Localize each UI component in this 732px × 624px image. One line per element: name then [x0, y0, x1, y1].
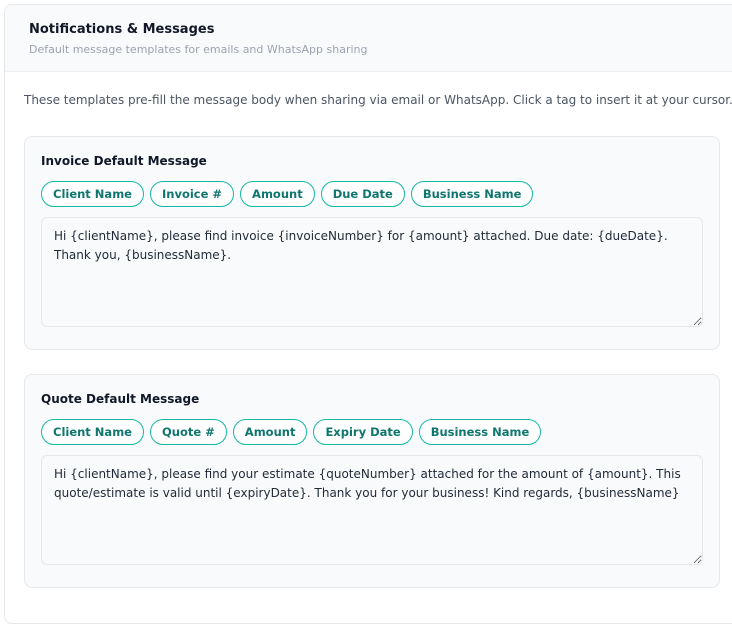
tag-business-name[interactable]: Business Name — [418, 419, 542, 445]
card-subtitle: Default message templates for emails and… — [29, 43, 368, 56]
invoice-tag-list: Client Name Invoice # Amount Due Date Bu… — [41, 181, 703, 207]
tag-invoice-number[interactable]: Invoice # — [149, 181, 235, 207]
invoice-template-section: Invoice Default Message Client Name Invo… — [24, 136, 720, 350]
tag-amount[interactable]: Amount — [240, 181, 315, 207]
quote-tag-list: Client Name Quote # Amount Expiry Date B… — [41, 419, 703, 445]
tag-quote-number[interactable]: Quote # — [149, 419, 227, 445]
card-header: Notifications & Messages Default message… — [5, 5, 732, 72]
intro-text: These templates pre-fill the message bod… — [24, 93, 732, 107]
tag-amount[interactable]: Amount — [232, 419, 308, 445]
card-title: Notifications & Messages — [29, 22, 215, 37]
quote-section-title: Quote Default Message — [41, 392, 200, 406]
tag-due-date[interactable]: Due Date — [320, 181, 405, 207]
tag-client-name[interactable]: Client Name — [41, 419, 144, 445]
quote-message-textarea[interactable]: Hi {clientName}, please find your estima… — [41, 455, 703, 565]
tag-client-name[interactable]: Client Name — [41, 181, 144, 207]
invoice-section-title: Invoice Default Message — [41, 154, 207, 168]
tag-expiry-date[interactable]: Expiry Date — [313, 419, 413, 445]
quote-template-section: Quote Default Message Client Name Quote … — [24, 374, 720, 588]
tag-business-name[interactable]: Business Name — [410, 181, 534, 207]
invoice-message-textarea[interactable]: Hi {clientName}, please find invoice {in… — [41, 217, 703, 327]
